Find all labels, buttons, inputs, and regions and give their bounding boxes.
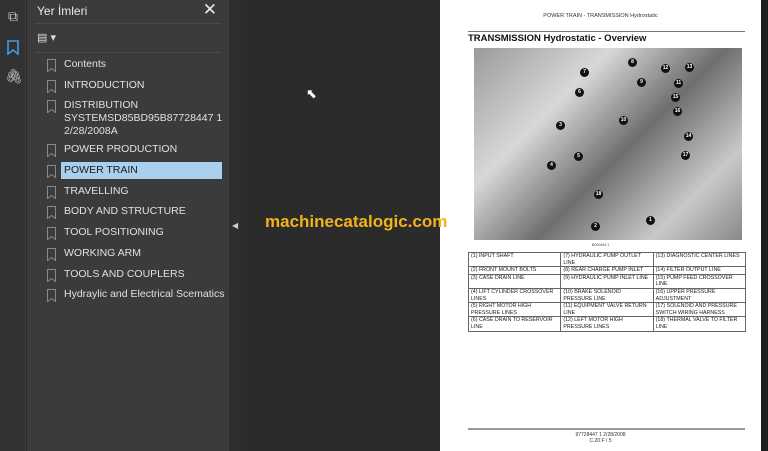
legend-cell: (9) HYDRAULIC PUMP INLET LINE bbox=[560, 273, 654, 289]
bookmarks-panel: Yer İmleri ✕ ▤ ▾ Contents INTRODUCTION DIS… bbox=[27, 0, 229, 451]
bookmark-item[interactable]: POWER PRODUCTION bbox=[47, 141, 227, 162]
bookmark-label: POWER TRAIN bbox=[61, 162, 222, 180]
legend-cell: (2) FRONT MOUNT BOLTS bbox=[467, 266, 562, 275]
bookmark-icon bbox=[47, 247, 56, 261]
bookmark-item[interactable]: BODY AND STRUCTURE bbox=[47, 203, 227, 224]
footer-page-number: C.20.F / 5 bbox=[589, 438, 612, 444]
watermark: machinecatalogic.com bbox=[265, 212, 448, 231]
bookmark-icon bbox=[47, 289, 56, 303]
legend-table: (1) INPUT SHAFT (7) HYDRAULIC PUMP OUTLET… bbox=[467, 251, 747, 332]
collapse-panel-button[interactable]: ◀ bbox=[229, 0, 241, 451]
callout-marker: 6 bbox=[575, 88, 584, 97]
figure-caption: BD00494 1 bbox=[591, 243, 610, 247]
callout-marker: 4 bbox=[547, 161, 556, 170]
bookmark-label: POWER PRODUCTION bbox=[64, 143, 178, 156]
legend-cell: (7) HYDRAULIC PUMP OUTLET LINE bbox=[560, 251, 654, 268]
bookmark-icon bbox=[47, 227, 56, 241]
bookmark-icon[interactable] bbox=[5, 40, 21, 56]
callout-marker: 17 bbox=[681, 151, 690, 160]
callout-marker: 3 bbox=[556, 121, 565, 130]
legend-cell: (15) PUMP FEED CROSSOVER LINE bbox=[652, 273, 747, 289]
legend-row: (6) CASE DRAIN TO RESERVOIR LINE (12) LEF… bbox=[467, 316, 747, 332]
bookmark-item[interactable]: WORKING ARM bbox=[47, 245, 227, 266]
callout-marker: 14 bbox=[684, 132, 693, 141]
bookmark-item[interactable]: TOOL POSITIONING bbox=[47, 224, 227, 245]
divider bbox=[35, 52, 221, 53]
legend-cell: (14) FILTER OUTPUT LINE bbox=[652, 266, 747, 275]
callout-marker: 13 bbox=[685, 63, 694, 72]
bookmark-label: TOOLS AND COUPLERS bbox=[64, 267, 185, 280]
bookmark-icon bbox=[47, 206, 56, 220]
bookmark-item[interactable]: TRAVELLING bbox=[47, 183, 227, 204]
legend-cell: (17) SOLENOID AND PRESSURE SWITCH WIRING… bbox=[652, 302, 747, 318]
attachment-icon[interactable]: 🖇 bbox=[5, 68, 23, 84]
legend-cell: (11) EQUIPMENT VALVE RETURN LINE bbox=[560, 302, 654, 318]
legend-row: (4) LIFT CYLINDER CROSSOVER LINES (10) BR… bbox=[467, 287, 747, 304]
callout-marker: 10 bbox=[619, 116, 628, 125]
legend-row: (1) INPUT SHAFT (7) HYDRAULIC PUMP OUTLET… bbox=[467, 251, 747, 268]
callout-marker: 2 bbox=[591, 222, 600, 231]
bookmark-label: INTRODUCTION bbox=[64, 78, 145, 91]
bookmark-item[interactable]: TOOLS AND COUPLERS bbox=[47, 266, 227, 287]
legend-cell: (8) REAR CHARGE PUMP INLET bbox=[560, 266, 654, 275]
bookmark-icon bbox=[47, 185, 56, 199]
bookmark-label: Contents bbox=[64, 58, 107, 70]
bookmark-item[interactable]: Hydraylic and Electrical Scematics bbox=[47, 286, 227, 307]
mouse-cursor-icon: ⬉ bbox=[306, 86, 317, 101]
legend-cell: (12) LEFT MOTOR HIGH PRESSURE LINES bbox=[560, 316, 654, 332]
legend-cell: (18) THERMAL VALVE TO FILTER LINE bbox=[652, 316, 747, 332]
rule bbox=[468, 31, 745, 32]
legend-cell: (6) CASE DRAIN TO RESERVOIR LINE bbox=[467, 316, 562, 332]
bookmark-icon bbox=[47, 268, 56, 282]
bookmark-icon bbox=[47, 144, 56, 158]
legend-cell: (13) DIAGNOSTIC CENTER LINES bbox=[652, 251, 747, 268]
tool-rail: ⧉ 🖇 bbox=[0, 0, 26, 451]
callout-marker: 9 bbox=[637, 78, 646, 87]
transmission-photo: 1 2 3 4 5 6 7 8 9 10 11 12 13 14 15 16 17 18 bbox=[474, 48, 742, 240]
bookmark-label: BODY AND STRUCTURE bbox=[64, 205, 186, 218]
callout-marker: 1 bbox=[646, 216, 655, 225]
callout-marker: 5 bbox=[574, 152, 583, 161]
rule bbox=[468, 428, 745, 430]
bookmark-item[interactable]: Contents bbox=[47, 56, 227, 77]
legend-cell: (5) RIGHT MOTOR HIGH PRESSURE LINES bbox=[467, 302, 562, 318]
legend-row: (2) FRONT MOUNT BOLTS (8) REAR CHARGE PUM… bbox=[467, 266, 747, 275]
bookmark-item[interactable]: POWER TRAIN bbox=[47, 162, 227, 183]
legend-cell: (16) UPPER PRESSURE ADJUSTMENT bbox=[652, 287, 747, 304]
page-header: POWER TRAIN - TRANSMISSION Hydrostatic bbox=[543, 13, 658, 19]
panel-title: Yer İmleri bbox=[37, 4, 88, 18]
legend-cell: (3) CASE DRAIN LINE bbox=[467, 273, 562, 289]
page-title: TRANSMISSION Hydrostatic - Overview bbox=[468, 33, 647, 44]
callout-marker: 8 bbox=[628, 58, 637, 67]
options-menu-button[interactable]: ▤ ▾ bbox=[37, 31, 56, 44]
legend-cell: (1) INPUT SHAFT bbox=[467, 251, 562, 268]
bookmark-icon bbox=[47, 59, 56, 72]
close-icon[interactable]: ✕ bbox=[203, 0, 217, 20]
bookmark-icon bbox=[47, 79, 56, 93]
callout-marker: 18 bbox=[594, 190, 603, 199]
chevron-left-icon: ◀ bbox=[232, 221, 239, 230]
legend-cell: (4) LIFT CYLINDER CROSSOVER LINES bbox=[467, 287, 562, 304]
pages-icon[interactable]: ⧉ bbox=[5, 8, 21, 24]
bookmark-icon bbox=[47, 100, 56, 114]
divider bbox=[35, 23, 221, 24]
document-page: POWER TRAIN - TRANSMISSION Hydrostatic T… bbox=[440, 0, 761, 451]
bookmark-label: TRAVELLING bbox=[64, 184, 129, 197]
callout-marker: 16 bbox=[673, 107, 682, 116]
bookmark-item[interactable]: INTRODUCTION bbox=[47, 77, 227, 98]
callout-marker: 11 bbox=[674, 79, 683, 88]
callout-marker: 15 bbox=[671, 93, 680, 102]
callout-marker: 7 bbox=[580, 68, 589, 77]
bookmark-icon bbox=[47, 165, 56, 179]
bookmark-item[interactable]: DISTRIBUTION SYSTEMSD85BD95B87728447 1 2… bbox=[47, 97, 227, 141]
bookmark-label: DISTRIBUTION SYSTEMSD85BD95B87728447 1 2… bbox=[64, 99, 223, 138]
callout-marker: 12 bbox=[661, 64, 670, 73]
bookmark-label: WORKING ARM bbox=[64, 246, 142, 259]
legend-row: (5) RIGHT MOTOR HIGH PRESSURE LINES (11) … bbox=[467, 302, 747, 318]
legend-cell: (10) BRAKE SOLENOID PRESSURE LINE bbox=[560, 287, 654, 304]
legend-row: (3) CASE DRAIN LINE (9) HYDRAULIC PUMP IN… bbox=[467, 273, 747, 289]
bookmark-label: TOOL POSITIONING bbox=[64, 226, 164, 239]
scrollbar[interactable] bbox=[761, 0, 768, 451]
bookmark-label: Hydraylic and Electrical Scematics bbox=[64, 288, 225, 301]
